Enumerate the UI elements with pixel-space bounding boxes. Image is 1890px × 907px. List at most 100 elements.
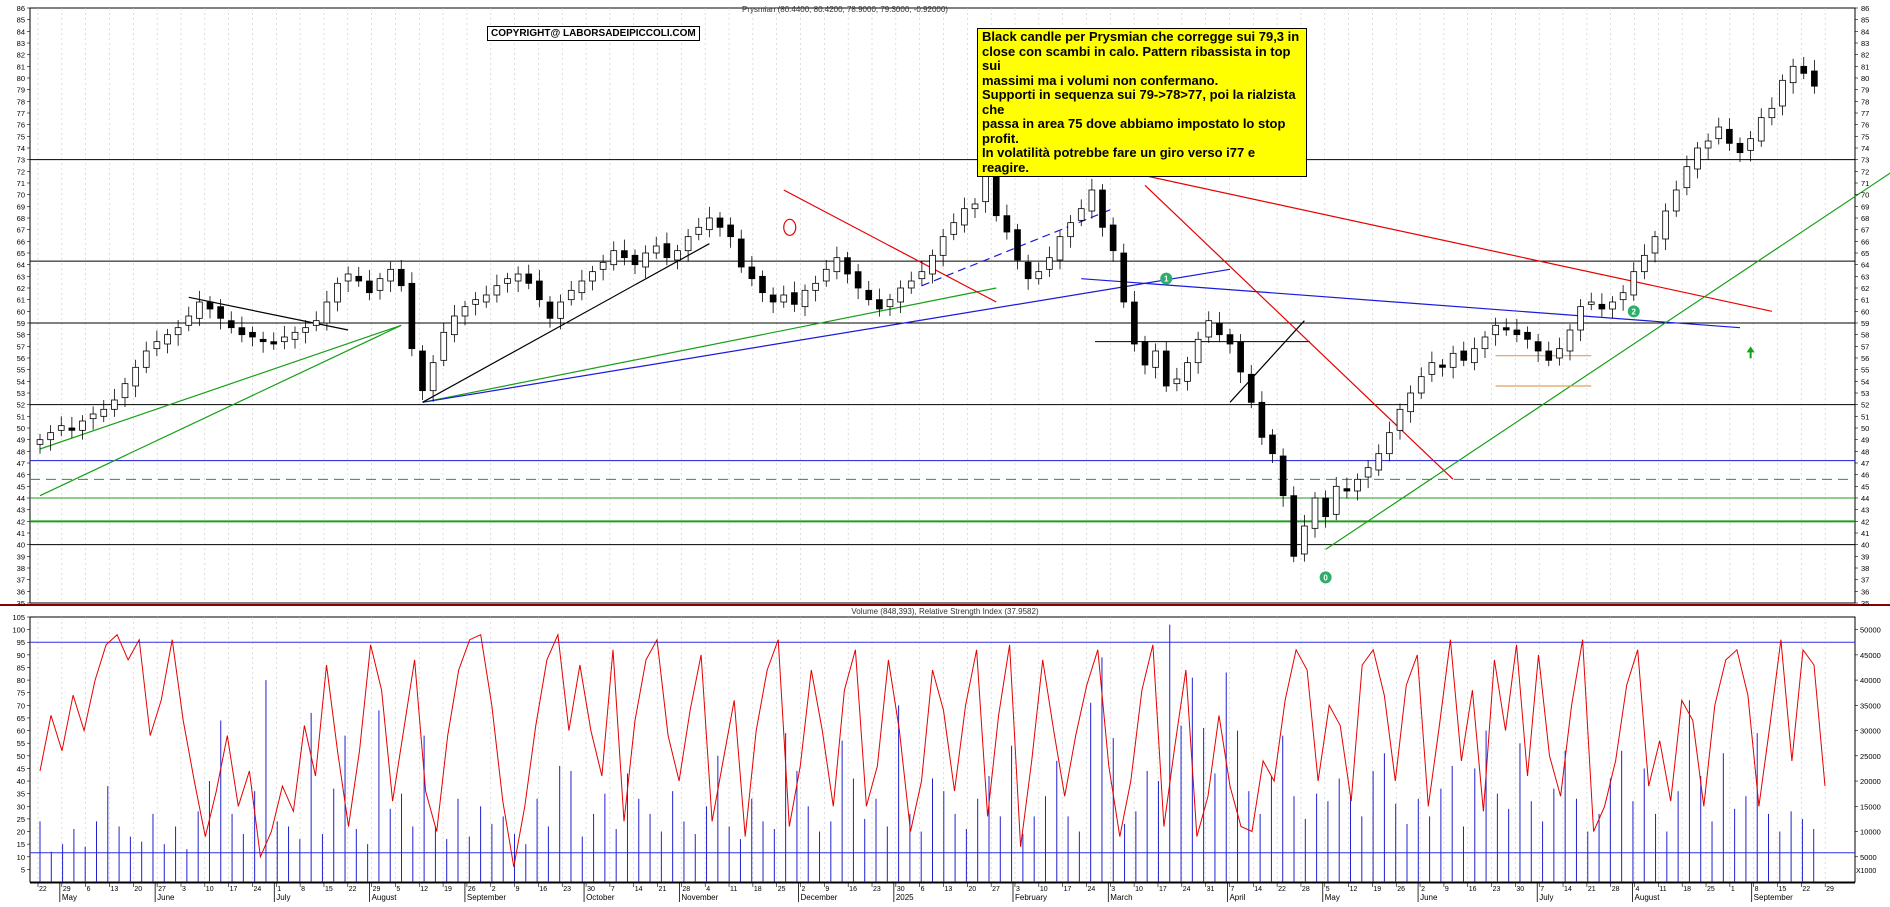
candle-down	[249, 331, 256, 338]
candle-up	[1205, 320, 1213, 338]
price-tick-label-right: 65	[1861, 249, 1869, 258]
prysmian-chart: 22 29 6 13 20 27 3 10 17 24 1 8 15 22 29 5 12 19 26 2 9 16 23 3…	[0, 0, 1890, 902]
trendline-green-long	[39, 324, 402, 497]
candle-up	[281, 336, 288, 343]
rsi-tick-label: 5	[21, 865, 25, 874]
day-tick-label: 26	[468, 886, 476, 893]
price-tick-label-right: 37	[1861, 576, 1869, 585]
candle-up	[674, 250, 681, 261]
month-label: 2025	[896, 893, 914, 902]
rsi-tick-label: 75	[17, 689, 25, 698]
price-tick-label-left: 72	[17, 167, 25, 176]
candle-up	[57, 425, 65, 431]
candle-up	[1407, 392, 1414, 413]
candle-up	[1672, 189, 1680, 212]
day-tick-label: 4	[706, 886, 710, 893]
candle-up	[111, 399, 118, 410]
candle-down	[865, 289, 873, 301]
price-tick-label-left: 35	[17, 599, 25, 608]
candle-up	[440, 331, 448, 361]
candle-down	[1736, 142, 1744, 154]
candle-down	[992, 173, 1000, 217]
candle-up	[472, 299, 479, 305]
badge-label: 1	[1164, 275, 1169, 284]
candle-down	[1024, 261, 1032, 280]
price-tick-label-right: 76	[1861, 121, 1869, 130]
candle-up	[1619, 292, 1627, 301]
day-tick-label: 10	[206, 886, 214, 893]
day-tick-label: 9	[516, 886, 520, 893]
candle-down	[1237, 341, 1244, 373]
day-tick-label: 4	[1636, 886, 1640, 893]
candle-down	[366, 280, 373, 294]
day-tick-label: 7	[1540, 886, 1544, 893]
price-tick-label-right: 46	[1861, 471, 1869, 480]
price-tick-label-left: 54	[17, 377, 25, 386]
candle-down	[1513, 329, 1521, 336]
price-header: Prysmian (80.4400, 80.4200, 78.9000, 79.…	[742, 5, 948, 14]
candle-up	[1683, 166, 1691, 189]
rsi-tick-label: 100	[12, 626, 25, 635]
candle-down	[769, 294, 777, 303]
day-tick-label: 14	[1564, 886, 1572, 893]
candle-down	[1502, 327, 1510, 331]
day-tick-label: 27	[992, 886, 1000, 893]
candle-up	[780, 294, 788, 303]
price-tick-label-right: 51	[1861, 412, 1869, 421]
trendline-green-1	[39, 324, 402, 450]
price-tick-label-right: 61	[1861, 296, 1869, 305]
candle-down	[1800, 65, 1808, 74]
annotation-line: Supporti in sequenza sui 79->78>77, poi …	[982, 87, 1296, 117]
rsi-tick-label: 60	[17, 727, 25, 736]
candle-down	[1322, 497, 1329, 518]
candle-up	[387, 268, 394, 282]
day-tick-label: 23	[873, 886, 881, 893]
candle-up	[185, 315, 193, 326]
candle-up	[971, 203, 979, 210]
price-tick-label-right: 81	[1861, 62, 1869, 71]
rsi-tick-label: 45	[17, 764, 25, 773]
day-tick-label: 24	[1183, 886, 1191, 893]
day-tick-label: 7	[1230, 886, 1234, 893]
candle-up	[1184, 362, 1191, 382]
candle-up	[1757, 117, 1765, 142]
rsi-tick-label: 65	[17, 714, 25, 723]
candle-up	[1364, 467, 1372, 478]
day-tick-label: 6	[921, 886, 925, 893]
candle-up	[1301, 525, 1308, 555]
price-tick-label-right: 66	[1861, 237, 1869, 246]
price-tick-label-left: 77	[17, 109, 25, 118]
candle-up	[950, 222, 958, 235]
day-tick-label: 2	[802, 886, 806, 893]
price-tick-label-left: 80	[17, 74, 25, 83]
indicator-header: Volume (848,393), Relative Strength Inde…	[851, 607, 1039, 616]
candle-up	[196, 301, 203, 319]
volume-tick-label: 25000	[1860, 752, 1881, 761]
candle-down	[1162, 350, 1170, 387]
rsi-tick-label: 50	[17, 752, 25, 761]
trendline-green-3	[1325, 172, 1890, 550]
day-tick-label: 22	[349, 886, 357, 893]
candle-up	[599, 261, 607, 270]
candle-up	[822, 268, 830, 282]
candle-up	[886, 299, 894, 308]
price-tick-label-left: 66	[17, 237, 25, 246]
day-tick-label: 24	[1087, 886, 1095, 893]
month-label: July	[1539, 893, 1553, 902]
price-tick-label-right: 36	[1861, 587, 1869, 596]
day-tick-label: 15	[1779, 886, 1787, 893]
price-tick-label-right: 57	[1861, 342, 1869, 351]
day-tick-label: 16	[849, 886, 857, 893]
day-tick-label: 11	[1659, 886, 1666, 893]
annotation-line: Black candle per Prysmian che corregge s…	[982, 29, 1300, 44]
candle-up	[578, 280, 586, 294]
day-tick-label: 25	[1707, 886, 1715, 893]
day-tick-label: 3	[1016, 886, 1020, 893]
candle-down	[355, 275, 363, 282]
candle-down	[1545, 350, 1553, 361]
price-tick-label-right: 35	[1861, 599, 1869, 608]
price-tick-label-right: 71	[1861, 179, 1869, 188]
price-tick-label-left: 49	[17, 436, 25, 445]
price-tick-label-left: 56	[17, 354, 25, 363]
price-tick-label-right: 47	[1861, 459, 1869, 468]
